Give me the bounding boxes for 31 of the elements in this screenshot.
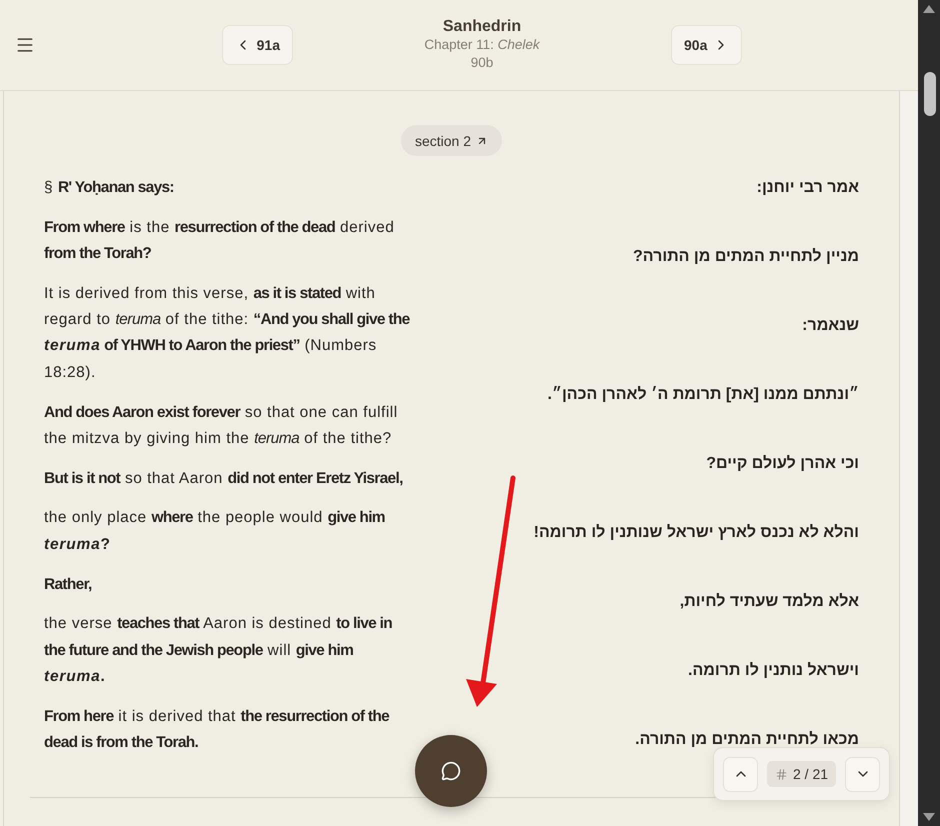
- english-paragraph: the only place where the people would give him teruma?: [44, 508, 386, 555]
- scrollbar-thumb[interactable]: [924, 72, 936, 116]
- next-page-button[interactable]: 90a: [671, 25, 742, 65]
- tractate-title: Sanhedrin: [442, 18, 522, 36]
- hebrew-line: ״ונתתם ממנו [את] תרומת ה׳ לאהרן הכהן״.: [546, 385, 859, 405]
- hebrew-line: והלא לא נכנס לארץ ישראל שנותנין לו תרומה!: [532, 523, 859, 543]
- english-paragraph: It is derived from this verse, as it is stated with regard to teruma of the tithe: “And you shall give the teruma of YHWH to Aaron the priest” (Numbers 18:28).: [44, 284, 411, 383]
- hebrew-line: וכי אהרן לעולם קיים?: [705, 454, 859, 474]
- hebrew-line: מניין לתחיית המתים מן התורה?: [632, 247, 859, 267]
- hebrew-line: שנאמר:: [801, 316, 859, 336]
- english-paragraph: § R' Yoḥanan says:: [44, 178, 175, 198]
- chapter-subtitle: Chapter 11: Chelek: [424, 36, 540, 54]
- english-paragraph: From where is the resurrection of the dead derived from the Torah?: [44, 218, 396, 264]
- scroll-down-icon[interactable]: [923, 813, 935, 821]
- hebrew-line: מכאו לתחיית המתים מן התורה.: [634, 730, 859, 750]
- scrollbar[interactable]: [918, 0, 940, 826]
- page-number: 90b: [470, 54, 494, 72]
- english-paragraph: Rather,: [44, 574, 93, 595]
- scroll-up-icon[interactable]: [923, 5, 935, 13]
- hebrew-line: אמר רבי יוחנן:: [756, 178, 859, 198]
- hebrew-line: וישראל נותנין לו תרומה.: [687, 661, 859, 681]
- section-link[interactable]: section 2: [400, 125, 502, 156]
- english-paragraph: But is it not so that Aaron did not enter Eretz Yisrael,: [44, 468, 404, 489]
- hebrew-line: אלא מלמד שעתיד לחיות,: [678, 592, 859, 612]
- speech-bubble-icon: [441, 761, 461, 781]
- hash-icon: [774, 768, 788, 780]
- previous-page-button[interactable]: 91a: [222, 25, 293, 65]
- english-paragraph: From here it is derived that the resurrection of the dead is from the Torah.: [44, 706, 390, 754]
- english-paragraph: the verse teaches that Aaron is destined to live in the future and the Jewish people will give him teruma.: [44, 614, 394, 687]
- counter-text: 2 / 21: [792, 766, 828, 782]
- english-paragraph: And does Aaron exist forever so that one can fulfill the mitzva by giving him the teruma of the tithe?: [44, 402, 399, 449]
